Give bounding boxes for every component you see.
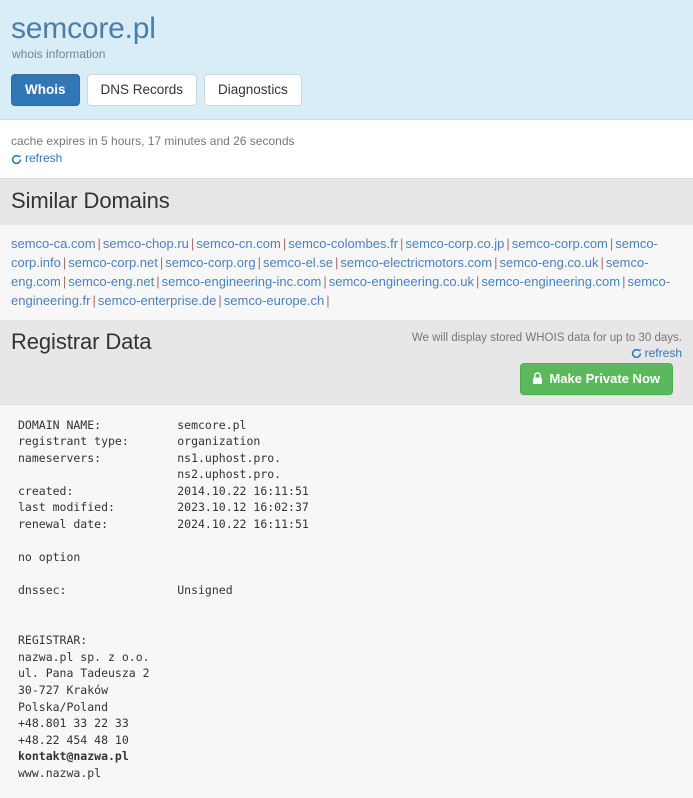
domain-separator: | [218, 292, 222, 308]
similar-domain-link[interactable]: semco-engineering.com [481, 274, 620, 289]
registrar-note-block: We will display stored WHOIS data for up… [412, 332, 682, 362]
whois-lines-top: DOMAIN NAME: semcore.pl registrant type:… [18, 417, 309, 747]
tab-whois[interactable]: Whois [11, 74, 80, 106]
registrar-data-header: Registrar Data We will display stored WH… [0, 319, 693, 404]
lock-icon [532, 371, 543, 385]
domain-separator: | [156, 273, 160, 289]
page-header: semcore.pl whois information Whois DNS R… [0, 0, 693, 120]
domain-separator: | [326, 292, 330, 308]
similar-domain-link[interactable]: semco-colombes.fr [288, 236, 398, 251]
page-subtitle: whois information [12, 47, 106, 61]
similar-domain-link[interactable]: semco-el.se [263, 255, 333, 270]
cache-status-bar: cache expires in 5 hours, 17 minutes and… [0, 120, 693, 179]
cache-refresh-label: refresh [25, 151, 63, 165]
make-private-button[interactable]: Make Private Now [520, 362, 673, 395]
whois-data-block: DOMAIN NAME: semcore.pl registrant type:… [0, 404, 693, 798]
whois-raw-text: DOMAIN NAME: semcore.pl registrant type:… [0, 417, 693, 782]
cache-expiry-text: cache expires in 5 hours, 17 minutes and… [11, 134, 295, 148]
domain-separator: | [622, 273, 626, 289]
similar-domain-link[interactable]: semco-cn.com [196, 236, 281, 251]
similar-domain-link[interactable]: semco-eng.net [68, 274, 154, 289]
domain-separator: | [323, 273, 327, 289]
registrar-note-text: We will display stored WHOIS data for up… [411, 331, 682, 344]
similar-domain-link[interactable]: semco-eng.co.uk [500, 255, 599, 270]
tab-bar: Whois DNS Records Diagnostics [11, 74, 682, 106]
whois-lines-bottom: www.nazwa.pl [18, 765, 102, 780]
cache-refresh-link[interactable]: refresh [11, 151, 62, 165]
domain-separator: | [506, 235, 510, 251]
similar-domain-link[interactable]: semco-electricmotors.com [340, 255, 492, 270]
tab-diagnostics[interactable]: Diagnostics [204, 74, 302, 106]
similar-domain-link[interactable]: semco-engineering-inc.com [162, 274, 322, 289]
registrar-refresh-link[interactable]: refresh [631, 346, 682, 360]
similar-domain-link[interactable]: semco-chop.ru [103, 236, 189, 251]
tab-dns-records[interactable]: DNS Records [86, 74, 198, 106]
similar-domains-title: Similar Domains [11, 187, 170, 213]
similar-domain-link[interactable]: semco-corp.com [512, 236, 608, 251]
similar-domain-link[interactable]: semco-corp.co.jp [405, 236, 504, 251]
similar-domain-link[interactable]: semco-corp.net [68, 255, 158, 270]
similar-domains-header: Similar Domains [0, 178, 693, 225]
similar-domains-list: semco-ca.com | semco-chop.ru | semco-cn.com |… [0, 224, 693, 320]
make-private-row: Make Private Now [11, 362, 682, 395]
domain-separator: | [97, 235, 101, 251]
domain-separator: | [92, 292, 96, 308]
similar-domain-link[interactable]: semco-corp.org [165, 255, 255, 270]
similar-domain-link[interactable]: semco-enterprise.de [98, 293, 217, 308]
page-title: semcore.pl [11, 12, 156, 45]
registrar-email[interactable]: kontakt@nazwa.pl [18, 749, 129, 763]
similar-domain-link[interactable]: semco-engineering.co.uk [329, 274, 474, 289]
domain-separator: | [494, 254, 498, 270]
domain-separator: | [257, 254, 261, 270]
make-private-label: Make Private Now [549, 370, 660, 386]
refresh-icon [631, 348, 642, 359]
similar-domain-link[interactable]: semco-europe.ch [224, 293, 324, 308]
registrar-refresh-label: refresh [644, 345, 682, 360]
similar-domain-link[interactable]: semco-ca.com [11, 236, 96, 251]
refresh-icon [11, 154, 22, 165]
domain-separator: | [600, 254, 604, 270]
